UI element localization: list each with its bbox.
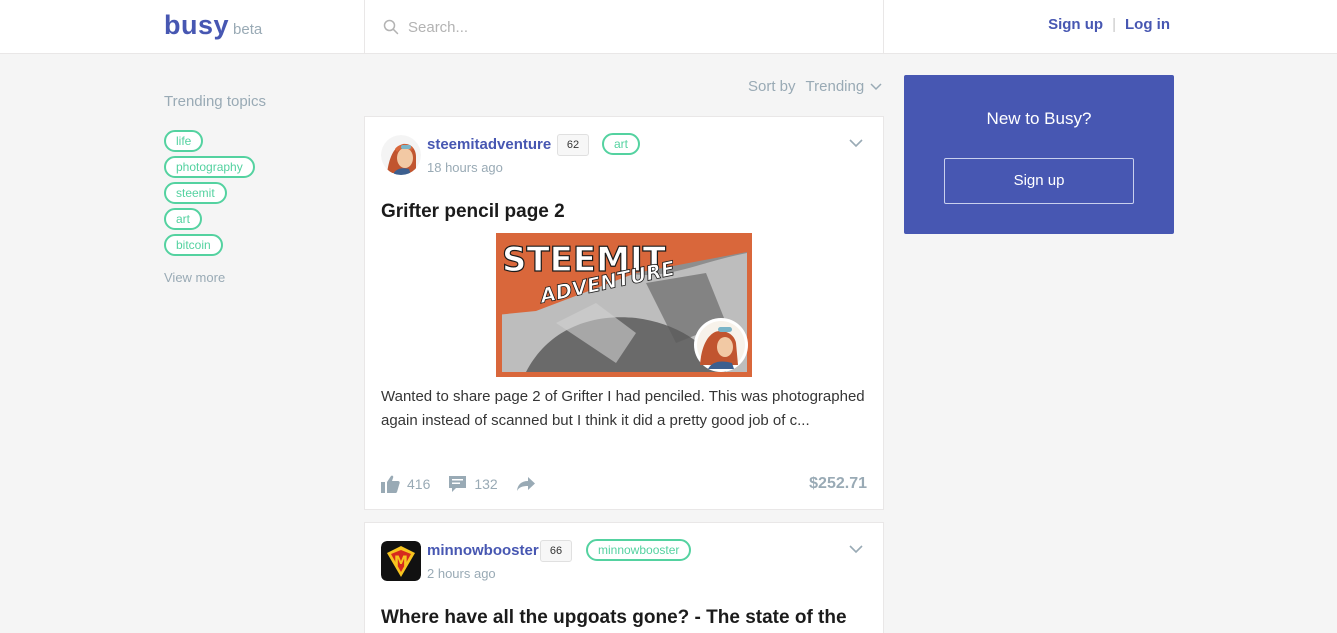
comment-action[interactable]: 132	[448, 475, 498, 493]
post-title[interactable]: Grifter pencil page 2	[365, 201, 883, 223]
sort-control: Sort by Trending	[748, 78, 882, 95]
post-tag[interactable]: art	[602, 133, 641, 155]
post-menu-chevron-icon[interactable]	[849, 545, 863, 554]
top-navbar: busy beta Sign up | Log in	[0, 0, 1337, 54]
post-title[interactable]: Where have all the upgoats gone? - The s…	[365, 607, 883, 629]
trending-topics-sidebar: Trending topics life photography steemit…	[164, 93, 344, 287]
post-timestamp[interactable]: 18 hours ago	[427, 160, 503, 175]
post-actions: 416 132 $252.71	[381, 473, 867, 495]
brand-name[interactable]: busy	[164, 10, 229, 41]
post-author[interactable]: steemitadventure	[427, 136, 551, 153]
topic-tag-steemit[interactable]: steemit	[164, 182, 227, 204]
like-count: 416	[407, 476, 431, 492]
post-header: M minnowbooster 66 minnowbooster 2 hours…	[365, 523, 883, 593]
trending-tags-list: life photography steemit art bitcoin	[164, 130, 344, 260]
share-action[interactable]	[516, 476, 543, 492]
topic-tag-bitcoin[interactable]: bitcoin	[164, 234, 223, 256]
post-timestamp[interactable]: 2 hours ago	[427, 566, 496, 581]
brand-beta-label: beta	[233, 21, 263, 38]
topic-tag-life[interactable]: life	[164, 130, 204, 152]
signup-card-title: New to Busy?	[986, 109, 1092, 128]
comment-count: 132	[474, 476, 498, 492]
feed-post: M minnowbooster 66 minnowbooster 2 hours…	[364, 522, 884, 633]
signup-card-button[interactable]: Sign up	[944, 158, 1134, 204]
signup-card: New to Busy? Sign up	[904, 75, 1174, 234]
feed-post: steemitadventure 62 art 18 hours ago Gri…	[364, 116, 884, 510]
brand-logo[interactable]: busy beta	[164, 10, 262, 41]
search-bar[interactable]	[364, 0, 884, 54]
post-payout[interactable]: $252.71	[809, 475, 867, 493]
auth-separator: |	[1112, 16, 1116, 33]
signup-link[interactable]: Sign up	[1048, 16, 1103, 33]
reputation-badge: 66	[540, 540, 572, 562]
comment-icon[interactable]	[448, 475, 467, 493]
search-input[interactable]	[408, 18, 848, 36]
post-header: steemitadventure 62 art 18 hours ago	[365, 117, 883, 187]
login-link[interactable]: Log in	[1125, 16, 1170, 33]
sort-dropdown[interactable]: Trending	[806, 78, 865, 95]
search-icon	[383, 19, 399, 35]
post-excerpt[interactable]: Wanted to share page 2 of Grifter I had …	[365, 385, 883, 433]
thumbs-up-icon[interactable]	[381, 475, 400, 493]
avatar-letter: M	[394, 554, 408, 570]
share-icon[interactable]	[516, 476, 536, 492]
post-author[interactable]: minnowbooster	[427, 542, 539, 559]
post-tag[interactable]: minnowbooster	[586, 539, 692, 561]
topic-tag-art[interactable]: art	[164, 208, 203, 230]
reputation-badge: 62	[557, 134, 589, 156]
topic-tag-photography[interactable]: photography	[164, 156, 255, 178]
post-cover-image[interactable]: STEEMIT ADVENTURE	[496, 233, 752, 377]
like-action[interactable]: 416	[381, 475, 430, 493]
auth-links: Sign up | Log in	[1048, 16, 1170, 33]
chevron-down-icon[interactable]	[870, 82, 882, 91]
post-menu-chevron-icon[interactable]	[849, 139, 863, 148]
sort-label: Sort by	[748, 78, 796, 95]
author-avatar[interactable]	[381, 135, 421, 175]
trending-topics-title: Trending topics	[164, 93, 266, 110]
author-avatar[interactable]: M	[381, 541, 421, 581]
view-more-link[interactable]: View more	[164, 270, 225, 285]
